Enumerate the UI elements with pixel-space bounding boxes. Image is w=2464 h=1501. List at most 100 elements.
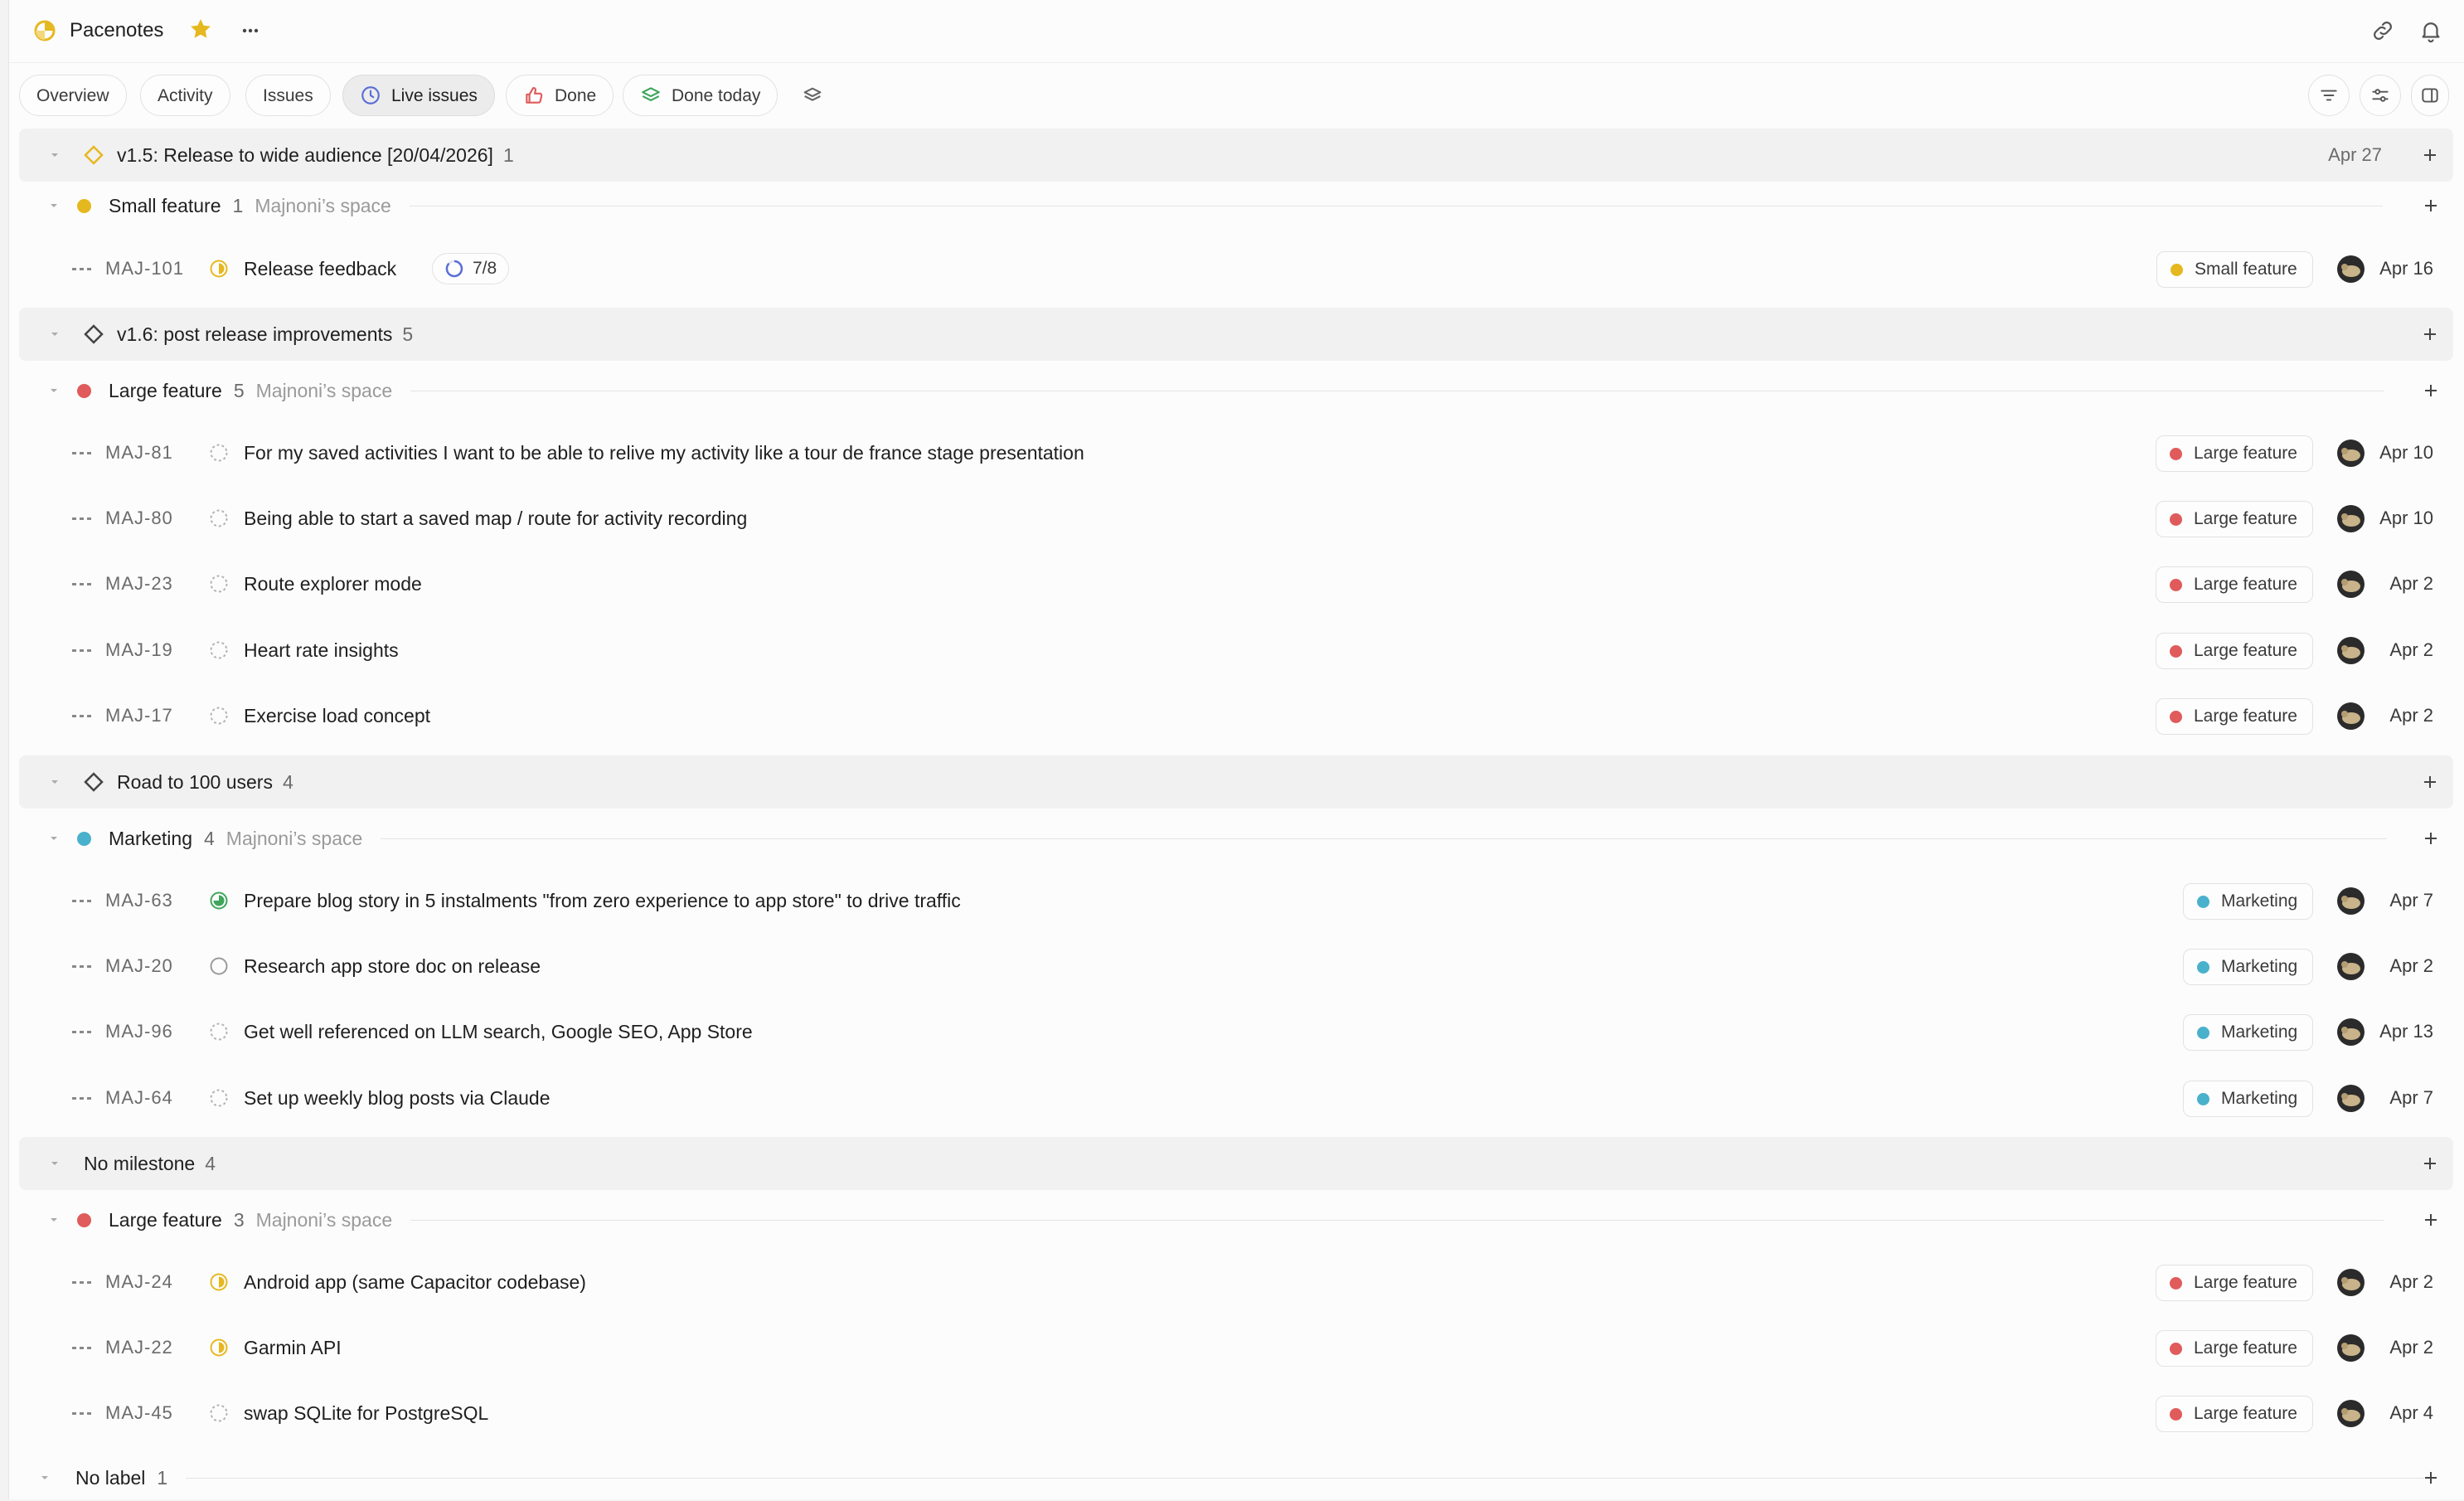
chevron-down-icon[interactable] (47, 1156, 62, 1171)
label-badge[interactable]: Marketing (2183, 949, 2314, 985)
issue-title[interactable]: Get well referenced on LLM search, Googl… (244, 999, 753, 1064)
chevron-down-icon[interactable] (37, 1470, 52, 1485)
issue-title[interactable]: Heart rate insights (244, 618, 399, 682)
label-group-header[interactable]: Large feature 3 Majnoni’s space (9, 1197, 2464, 1243)
label-group-header[interactable]: Marketing 4 Majnoni’s space (9, 815, 2464, 862)
filter-button[interactable] (2308, 75, 2350, 116)
status-backlog-icon[interactable] (209, 508, 229, 528)
status-in-progress-icon[interactable] (209, 259, 229, 279)
tab-activity[interactable]: Activity (140, 75, 230, 116)
status-backlog-icon[interactable] (209, 1088, 229, 1108)
layers-icon[interactable] (801, 85, 824, 108)
chevron-down-icon[interactable] (46, 198, 61, 213)
milestone-header[interactable]: v1.6: post release improvements 5 (19, 308, 2453, 361)
avatar[interactable] (2337, 1018, 2365, 1046)
tab-overview[interactable]: Overview (19, 75, 127, 116)
avatar[interactable] (2337, 1334, 2365, 1362)
status-in-review-icon[interactable] (209, 891, 229, 911)
subissue-progress[interactable]: 7/8 (432, 253, 510, 284)
plus-icon[interactable] (2422, 197, 2440, 215)
issue-row[interactable]: MAJ-101 Release feedback 7/8 Small featu… (9, 236, 2464, 301)
label-badge[interactable]: Large feature (2156, 1396, 2313, 1432)
label-badge[interactable]: Large feature (2156, 1265, 2313, 1301)
avatar[interactable] (2337, 953, 2365, 980)
avatar[interactable] (2337, 637, 2365, 664)
status-backlog-icon[interactable] (209, 443, 229, 463)
issue-title[interactable]: Garmin API (244, 1315, 342, 1380)
status-in-progress-icon[interactable] (209, 1338, 229, 1358)
issue-title[interactable]: Being able to start a saved map / route … (244, 486, 747, 551)
label-badge[interactable]: Marketing (2183, 883, 2314, 920)
bell-icon[interactable] (2418, 18, 2443, 43)
issue-row[interactable]: MAJ-17 Exercise load concept Large featu… (9, 683, 2464, 748)
avatar[interactable] (2337, 1400, 2365, 1427)
issue-row[interactable]: MAJ-96 Get well referenced on LLM search… (9, 999, 2464, 1064)
label-badge[interactable]: Small feature (2156, 251, 2313, 288)
issue-row[interactable]: MAJ-23 Route explorer mode Large feature… (9, 551, 2464, 616)
issue-title[interactable]: Set up weekly blog posts via Claude (244, 1066, 551, 1130)
chevron-down-icon[interactable] (47, 327, 62, 342)
star-icon[interactable] (188, 17, 213, 41)
tab-done[interactable]: Done (506, 75, 614, 116)
toggle-panel-button[interactable] (2411, 75, 2449, 116)
issue-row[interactable]: MAJ-24 Android app (same Capacitor codeb… (9, 1250, 2464, 1314)
label-badge[interactable]: Large feature (2156, 566, 2313, 603)
issue-title[interactable]: Route explorer mode (244, 551, 422, 616)
plus-icon[interactable] (2422, 381, 2440, 400)
issue-title[interactable]: Release feedback (244, 236, 396, 301)
chevron-down-icon[interactable] (46, 1212, 61, 1227)
status-backlog-icon[interactable] (209, 640, 229, 660)
chevron-down-icon[interactable] (46, 831, 61, 846)
issue-title[interactable]: Research app store doc on release (244, 934, 541, 998)
avatar[interactable] (2337, 1085, 2365, 1112)
avatar[interactable] (2337, 887, 2365, 915)
plus-icon[interactable] (2422, 1211, 2440, 1229)
plus-icon[interactable] (2421, 325, 2439, 343)
label-group-header[interactable]: Small feature 1 Majnoni’s space (9, 182, 2464, 229)
issue-row[interactable]: MAJ-80 Being able to start a saved map /… (9, 486, 2464, 551)
issue-title[interactable]: Exercise load concept (244, 683, 430, 748)
status-backlog-icon[interactable] (209, 706, 229, 726)
label-badge[interactable]: Large feature (2156, 633, 2313, 669)
label-badge[interactable]: Large feature (2156, 1330, 2313, 1367)
chevron-down-icon[interactable] (46, 383, 61, 398)
tab-issues[interactable]: Issues (245, 75, 331, 116)
tab-done-today[interactable]: Done today (623, 75, 778, 116)
plus-icon[interactable] (2421, 773, 2439, 791)
label-group-header[interactable]: No label 1 (9, 1455, 2464, 1501)
label-badge[interactable]: Large feature (2156, 501, 2313, 537)
issue-title[interactable]: swap SQLite for PostgreSQL (244, 1381, 488, 1445)
avatar[interactable] (2337, 571, 2365, 598)
tab-live-issues[interactable]: Live issues (342, 75, 495, 116)
status-backlog-icon[interactable] (209, 1403, 229, 1423)
issue-title[interactable]: Android app (same Capacitor codebase) (244, 1250, 586, 1314)
milestone-header[interactable]: No milestone 4 (19, 1137, 2453, 1190)
label-badge[interactable]: Marketing (2183, 1014, 2314, 1051)
plus-icon[interactable] (2421, 146, 2439, 164)
label-group-header[interactable]: Large feature 5 Majnoni’s space (9, 367, 2464, 414)
plus-icon[interactable] (2421, 1154, 2439, 1173)
status-backlog-icon[interactable] (209, 1022, 229, 1042)
plus-icon[interactable] (2422, 829, 2440, 848)
issue-title[interactable]: Prepare blog story in 5 instalments "fro… (244, 868, 961, 933)
display-options-button[interactable] (2360, 75, 2401, 116)
issue-title[interactable]: For my saved activities I want to be abl… (244, 420, 1084, 485)
avatar[interactable] (2337, 1269, 2365, 1296)
label-badge[interactable]: Marketing (2183, 1081, 2314, 1117)
issue-row[interactable]: MAJ-64 Set up weekly blog posts via Clau… (9, 1066, 2464, 1130)
avatar[interactable] (2337, 255, 2365, 283)
status-todo-icon[interactable] (209, 956, 229, 976)
chevron-down-icon[interactable] (47, 148, 62, 163)
issue-row[interactable]: MAJ-20 Research app store doc on release… (9, 934, 2464, 998)
chevron-down-icon[interactable] (47, 775, 62, 789)
label-badge[interactable]: Large feature (2156, 435, 2313, 472)
milestone-header[interactable]: v1.5: Release to wide audience [20/04/20… (19, 129, 2453, 182)
issue-row[interactable]: MAJ-45 swap SQLite for PostgreSQL Large … (9, 1381, 2464, 1445)
milestone-header[interactable]: Road to 100 users 4 (19, 755, 2453, 809)
more-options-icon[interactable] (238, 18, 263, 43)
avatar[interactable] (2337, 702, 2365, 730)
status-in-progress-icon[interactable] (209, 1272, 229, 1292)
issue-row[interactable]: MAJ-19 Heart rate insights Large feature… (9, 618, 2464, 682)
avatar[interactable] (2337, 505, 2365, 532)
avatar[interactable] (2337, 440, 2365, 467)
